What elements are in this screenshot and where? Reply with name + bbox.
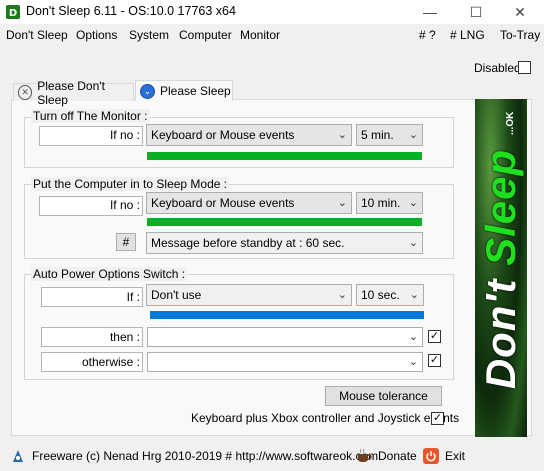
footer-copyright[interactable]: Freeware (c) Nenad Hrg 2010-2019 # http:… [10, 448, 378, 464]
monitor-condition-label: If no : [109, 128, 140, 142]
power-if-value: Don't use [151, 288, 202, 302]
maximize-button[interactable]: ☐ [456, 0, 496, 24]
xbox-checkbox[interactable]: ✓ [431, 412, 444, 425]
message-hash-button[interactable]: # [116, 233, 136, 251]
chevron-down-icon: ⌄ [408, 331, 418, 343]
tab-please-dont-sleep[interactable]: ✕ Please Don't Sleep [13, 79, 134, 107]
monitor-time-value: 5 min. [361, 128, 394, 142]
power-time-value: 10 sec. [361, 288, 400, 302]
power-progress-bar [150, 311, 424, 319]
then-checkbox[interactable]: ✓ [428, 330, 441, 343]
footer-copyright-text: Freeware (c) Nenad Hrg 2010-2019 # http:… [32, 449, 379, 463]
power-exit-icon [423, 448, 439, 464]
menu-monitor[interactable]: Monitor [240, 28, 280, 42]
sleep-group-title: Put the Computer in to Sleep Mode : [31, 177, 230, 191]
close-button[interactable]: ✕ [500, 0, 540, 24]
sleep-progress-track [147, 218, 422, 226]
menu-computer[interactable]: Computer [179, 28, 232, 42]
xbox-label: Keyboard plus Xbox controller and Joysti… [191, 411, 460, 425]
sleep-condition-label: If no : [109, 198, 140, 212]
menu-dont-sleep[interactable]: Don't Sleep [6, 28, 68, 42]
sleep-icon: ⌄ [140, 83, 155, 99]
chevron-down-icon: ⌄ [409, 289, 419, 301]
coffee-cup-icon [356, 448, 372, 464]
app-icon: D [6, 5, 20, 19]
chevron-down-icon: ⌄ [337, 289, 347, 301]
power-group-title: Auto Power Options Switch : [31, 267, 188, 281]
monitor-progress-bar [147, 152, 422, 160]
sleep-time-value: 10 min. [361, 196, 401, 210]
mouse-tolerance-button[interactable]: Mouse tolerance [325, 386, 442, 406]
no-sleep-icon: ✕ [18, 85, 33, 100]
otherwise-checkbox[interactable]: ✓ [428, 354, 441, 367]
sleep-event-select[interactable]: Keyboard or Mouse events ⌄ [146, 192, 352, 214]
menu-to-tray[interactable]: To-Tray [500, 28, 540, 42]
menu-system[interactable]: System [129, 28, 169, 42]
svg-text:D: D [9, 8, 17, 19]
power-time-select[interactable]: 10 sec. ⌄ [356, 284, 424, 306]
power-if-label: If : [126, 290, 140, 304]
banner-text-main: Don't Sleep [477, 148, 524, 390]
monitor-group-title: Turn off The Monitor : [31, 109, 150, 123]
disabled-checkbox[interactable] [518, 61, 531, 74]
disabled-label: Disabled [474, 61, 521, 75]
sleep-event-value: Keyboard or Mouse events [151, 196, 295, 210]
then-label: then : [109, 330, 140, 344]
otherwise-label: otherwise : [81, 355, 140, 369]
chevron-down-icon: ⌄ [408, 237, 418, 249]
banner-ok-text: ...OK [505, 111, 516, 135]
sleep-progress-bar [147, 218, 422, 226]
power-progress-track [150, 311, 424, 319]
monitor-time-select[interactable]: 5 min. ⌄ [356, 124, 423, 146]
chevron-down-icon: ⌄ [408, 197, 418, 209]
minimize-button[interactable]: — [410, 0, 450, 24]
chevron-down-icon: ⌄ [337, 197, 347, 209]
menu-help[interactable]: # ? [419, 28, 436, 42]
window-title: Don't Sleep 6.11 - OS:10.0 17763 x64 [26, 4, 236, 18]
dont-sleep-banner: Don't Sleep ...OK [475, 99, 527, 437]
standby-message-select[interactable]: Message before standby at : 60 sec. ⌄ [146, 232, 423, 254]
monitor-event-value: Keyboard or Mouse events [151, 128, 295, 142]
standby-message-value: Message before standby at : 60 sec. [151, 236, 345, 250]
donate-label: Donate [378, 449, 417, 463]
sleep-time-select[interactable]: 10 min. ⌄ [356, 192, 423, 214]
chevron-down-icon: ⌄ [408, 356, 418, 368]
menu-language[interactable]: # LNG [450, 28, 485, 42]
chevron-down-icon: ⌄ [337, 129, 347, 141]
exit-link[interactable]: Exit [423, 448, 465, 464]
tab-please-sleep[interactable]: ⌄ Please Sleep [135, 80, 233, 101]
exit-label: Exit [445, 449, 466, 463]
power-if-select[interactable]: Don't use ⌄ [146, 284, 352, 306]
chevron-down-icon: ⌄ [408, 129, 418, 141]
banner-text: Don't Sleep [477, 149, 525, 389]
donate-link[interactable]: Donate [356, 448, 417, 464]
app-logo-icon [10, 448, 26, 464]
menu-options[interactable]: Options [76, 28, 117, 42]
otherwise-select[interactable]: ⌄ [147, 352, 423, 372]
tab-label: Please Don't Sleep [37, 78, 105, 107]
monitor-event-select[interactable]: Keyboard or Mouse events ⌄ [146, 124, 352, 146]
tab-label: Please Sleep [160, 84, 231, 98]
then-select[interactable]: ⌄ [147, 327, 423, 347]
monitor-progress-track [147, 152, 422, 160]
